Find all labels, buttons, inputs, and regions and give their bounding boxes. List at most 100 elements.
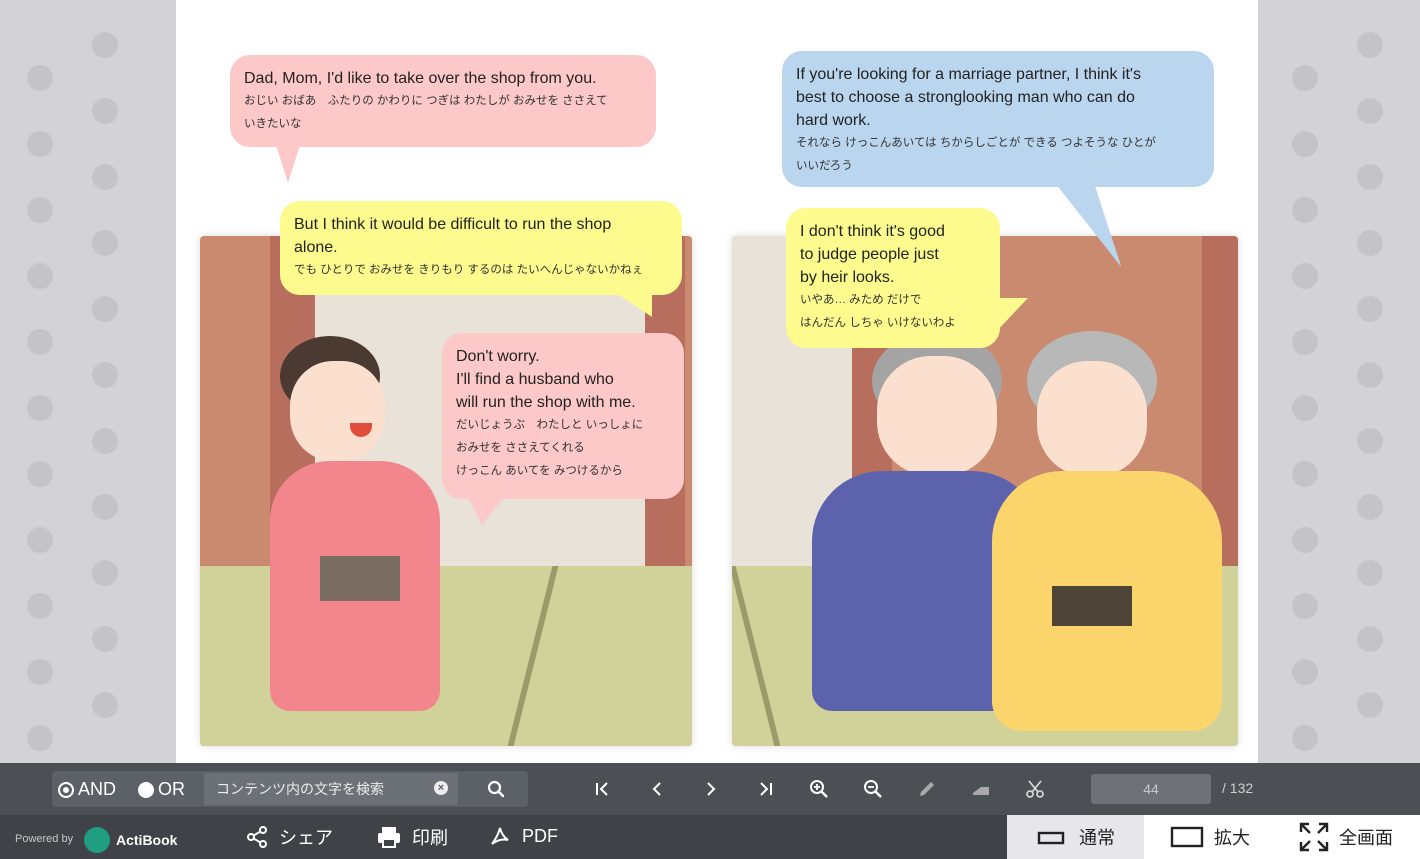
bubble-japanese-text: はんだん しちゃ いけないわよ	[800, 317, 956, 329]
watermark-icon	[1357, 32, 1383, 58]
view-normal-tab[interactable]: 通常	[1007, 815, 1144, 859]
bubble-japanese-text: いきたいな	[244, 118, 302, 130]
print-icon	[378, 827, 400, 848]
watermark-icon	[1292, 725, 1318, 751]
share-icon	[247, 826, 267, 848]
bubble-english-text: Don't worry.	[456, 348, 540, 365]
watermark-icon	[1292, 197, 1318, 223]
bubble-english-text: If you're looking for a marriage partner…	[796, 66, 1141, 83]
last-page-icon[interactable]	[753, 777, 777, 801]
watermark-icon	[92, 692, 118, 718]
bubble-tail	[276, 145, 300, 183]
bottom-bar: Powered by ActiBook シェア 印刷 PDF 通常 拡大 全画面	[0, 815, 1420, 859]
watermark-icon	[27, 131, 53, 157]
watermark-icon	[1357, 230, 1383, 256]
bubble-english-text: by heir looks.	[800, 269, 895, 286]
pdf-button[interactable]: PDF	[488, 824, 558, 848]
view-zoom-tab[interactable]: 拡大	[1144, 815, 1281, 859]
view-fullscreen-tab[interactable]: 全画面	[1281, 815, 1420, 859]
watermark-icon	[1357, 626, 1383, 652]
and-label: AND	[78, 779, 117, 799]
first-page-icon[interactable]	[591, 777, 615, 801]
watermark-icon	[1292, 65, 1318, 91]
view-zoom-label: 拡大	[1214, 828, 1250, 848]
watermark-icon	[1292, 263, 1318, 289]
watermark-icon	[92, 32, 118, 58]
grandmother-character	[992, 331, 1232, 731]
bubble-english-text: I don't think it's good	[800, 223, 945, 240]
bubble-japanese-text: おみせを ささえてくれる	[456, 442, 585, 454]
zoom-in-icon[interactable]	[807, 777, 831, 801]
bubble-japanese-text: いいだろう	[796, 160, 853, 172]
watermark-icon	[92, 560, 118, 586]
view-fullscreen-label: 全画面	[1339, 828, 1393, 848]
print-button[interactable]: 印刷	[376, 824, 448, 850]
bubble-english-text: alone.	[294, 239, 338, 256]
next-page-icon[interactable]	[699, 777, 723, 801]
actibook-logo-icon	[84, 827, 110, 853]
bubble-tail	[992, 298, 1028, 336]
prev-page-icon[interactable]	[645, 777, 669, 801]
bubble-english-text: to judge people just	[800, 246, 939, 263]
watermark-icon	[92, 428, 118, 454]
watermark-icon	[92, 164, 118, 190]
and-radio[interactable]: AND	[58, 779, 116, 800]
bubble-japanese-text: おじい おばあ ふたりの かわりに つぎは わたしが おみせを ささえて	[244, 95, 608, 107]
watermark-icon	[1292, 461, 1318, 487]
watermark-icon	[92, 230, 118, 256]
watermark-icon	[1357, 296, 1383, 322]
radio-selected-icon	[58, 781, 74, 798]
actibook-logo: ActiBook	[84, 827, 177, 853]
or-radio[interactable]: OR	[138, 779, 185, 800]
pen-icon[interactable]	[915, 777, 939, 801]
watermark-icon	[1357, 494, 1383, 520]
bubble-japanese-text: でも ひとりで おみせを きりもり するのは たいへんじゃないかねぇ	[294, 264, 644, 276]
brand-name: ActiBook	[116, 832, 178, 848]
bubble-tail	[616, 293, 652, 317]
watermark-icon	[1357, 560, 1383, 586]
search-icon	[487, 780, 505, 798]
fullscreen-icon	[1299, 822, 1329, 852]
pdf-icon	[491, 827, 509, 845]
print-label: 印刷	[412, 828, 448, 848]
eraser-icon[interactable]	[969, 777, 993, 801]
share-button[interactable]: シェア	[245, 824, 333, 850]
watermark-icon	[27, 329, 53, 355]
search-input[interactable]	[204, 773, 458, 805]
bubble-english-text: will run the shop with me.	[456, 394, 636, 411]
speech-bubble-girl-1: Dad, Mom, I'd like to take over the shop…	[230, 55, 656, 147]
watermark-icon	[92, 98, 118, 124]
watermark-icon	[92, 494, 118, 520]
watermark-icon	[27, 461, 53, 487]
watermark-icon	[1357, 362, 1383, 388]
clear-search-icon[interactable]: ×	[434, 781, 448, 795]
watermark-icon	[1292, 395, 1318, 421]
share-label: シェア	[279, 828, 333, 848]
bubble-japanese-text: それなら けっこんあいては ちからしごとが できる つよそうな ひとが	[796, 137, 1156, 149]
watermark-icon	[1292, 131, 1318, 157]
watermark-icon	[27, 527, 53, 553]
bubble-english-text: hard work.	[796, 112, 871, 129]
watermark-icon	[92, 626, 118, 652]
scissors-icon[interactable]	[1023, 777, 1047, 801]
watermark-icon	[27, 593, 53, 619]
speech-bubble-grandmother-2: I don't think it's good to judge people …	[786, 208, 1000, 348]
watermark-icon	[27, 65, 53, 91]
watermark-icon	[27, 659, 53, 685]
bubble-japanese-text: だいじょうぶ わたしと いっしょに	[456, 419, 644, 431]
bubble-english-text: best to choose a stronglooking man who c…	[796, 89, 1135, 106]
zoom-out-icon[interactable]	[861, 777, 885, 801]
view-normal-label: 通常	[1079, 828, 1115, 848]
search-button[interactable]	[464, 771, 528, 807]
watermark-icon	[27, 263, 53, 289]
bubble-english-text: I'll find a husband who	[456, 371, 614, 388]
bubble-japanese-text: けっこん あいてを みつけるから	[456, 465, 623, 477]
bubble-english-text: But I think it would be difficult to run…	[294, 216, 612, 233]
watermark-icon	[92, 362, 118, 388]
book-spread[interactable]: Dad, Mom, I'd like to take over the shop…	[176, 0, 1258, 763]
viewer-toolbar: AND OR × 44 / 132	[0, 763, 1420, 815]
search-group: AND OR ×	[52, 771, 528, 807]
watermark-icon	[1292, 527, 1318, 553]
speech-bubble-girl-2: Don't worry. I'll find a husband who wil…	[442, 333, 684, 499]
page-number-input[interactable]: 44	[1091, 774, 1211, 804]
